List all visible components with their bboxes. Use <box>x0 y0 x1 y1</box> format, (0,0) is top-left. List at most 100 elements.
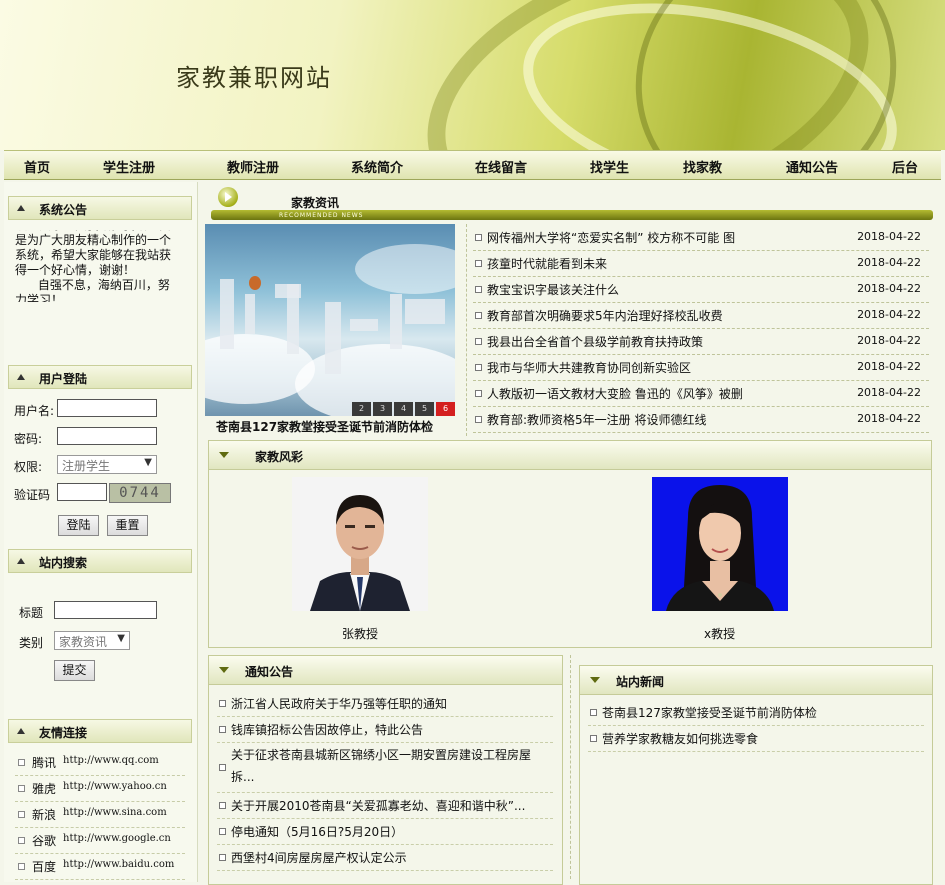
friend-link-url[interactable]: http://www.qq.com <box>63 755 159 766</box>
notice-title[interactable]: 关于开展2010苍南县“关爱孤寡老幼、喜迎和谐中秋”... <box>231 797 525 815</box>
nav-item-online-message[interactable]: 在线留言 <box>475 157 527 176</box>
role-select[interactable]: 注册学生 ▼ <box>57 455 157 474</box>
news-title[interactable]: 教宝宝识字最该关注什么 <box>487 281 619 298</box>
slide-page-button-active[interactable]: 6 <box>436 402 455 416</box>
nav-item-find-student[interactable]: 找学生 <box>590 157 629 176</box>
notice-title[interactable]: 钱库镇招标公告因故停止，特此公告 <box>231 721 423 739</box>
friend-link-url[interactable]: http://www.sina.com <box>63 807 167 818</box>
news-list-item[interactable]: 我市与华师大共建教育协同创新实验区 2018-04-22 <box>473 354 929 381</box>
slide-caption[interactable]: 苍南县127家教堂接受圣诞节前消防体检 <box>216 418 433 435</box>
notice-title[interactable]: 停电通知（5月16日?5月20日） <box>231 823 403 841</box>
links-box-title: 友情连接 <box>39 726 88 740</box>
friend-link-name[interactable]: 谷歌 <box>32 832 56 849</box>
site-news-item[interactable]: 营养学家教糖友如何挑选零食 <box>588 725 924 752</box>
teacher-photo-zhang[interactable] <box>292 477 428 611</box>
news-list-item[interactable]: 网传福州大学将“恋爱实名制” 校方称不可能 图 2018-04-22 <box>473 224 929 251</box>
bullet-icon <box>219 726 226 733</box>
notice-list-item[interactable]: 钱库镇招标公告因故停止，特此公告 <box>217 716 553 743</box>
image-fragment <box>245 294 255 334</box>
friend-link-url[interactable]: http://www.baidu.com <box>63 859 174 870</box>
teacher-name[interactable]: x教授 <box>704 625 735 642</box>
nav-item-home[interactable]: 首页 <box>24 157 50 176</box>
triangle-up-icon <box>17 558 25 564</box>
slide-page-button[interactable]: 4 <box>394 402 413 416</box>
news-list-item[interactable]: 教育部首次明确要求5年内治理好择校乱收费 2018-04-22 <box>473 302 929 329</box>
news-date: 2018-04-22 <box>857 230 921 243</box>
nav-item-admin[interactable]: 后台 <box>892 157 918 176</box>
notice-title[interactable]: 浙江省人民政府关于华乃强等任职的通知 <box>231 695 447 713</box>
notice-list-item[interactable]: 关于征求苍南县城新区锦绣小区一期安置房建设工程房屋拆... <box>217 742 553 793</box>
nav-item-teacher-register[interactable]: 教师注册 <box>227 157 279 176</box>
system-notice-text: 欢迎大家登陆我站，我站主要是为广大朋友精心制作的一个系统，希望大家能够在我站获得… <box>15 230 180 302</box>
search-category-select[interactable]: 家教资讯 ▼ <box>54 631 130 650</box>
notice-list-item[interactable]: 停电通知（5月16日?5月20日） <box>217 818 553 845</box>
news-title[interactable]: 孩童时代就能看到未来 <box>487 255 607 272</box>
news-title[interactable]: 我县出台全省首个县级学前教育扶持政策 <box>487 333 703 350</box>
news-title[interactable]: 我市与华师大共建教育协同创新实验区 <box>487 359 691 376</box>
triangle-down-icon <box>219 452 229 458</box>
search-keyword-input[interactable] <box>54 601 157 619</box>
notice-list-item[interactable]: 西堡村4间房屋房屋产权认定公示 <box>217 844 553 871</box>
search-submit-button[interactable]: 提交 <box>54 660 95 681</box>
triangle-up-icon <box>17 205 25 211</box>
cloud-shape <box>355 244 455 294</box>
news-list-item[interactable]: 人教版初一语文教材大变脸 鲁迅的《风筝》被删 2018-04-22 <box>473 380 929 407</box>
password-label: 密码: <box>14 432 43 446</box>
friend-link-name[interactable]: 雅虎 <box>32 780 56 797</box>
slide-page-button[interactable]: 2 <box>352 402 371 416</box>
site-news-item[interactable]: 苍南县127家教堂接受圣诞节前消防体检 <box>588 699 924 726</box>
friend-link-url[interactable]: http://www.yahoo.cn <box>63 781 167 792</box>
friend-link-name[interactable]: 新浪 <box>32 806 56 823</box>
news-title[interactable]: 教育部首次明确要求5年内治理好择校乱收费 <box>487 307 723 324</box>
image-fragment <box>390 294 402 349</box>
site-news-item-title[interactable]: 苍南县127家教堂接受圣诞节前消防体检 <box>602 704 817 722</box>
search-category-label: 类别 <box>19 636 44 650</box>
friend-link-item[interactable]: 谷歌 http://www.google.cn <box>15 827 185 854</box>
nav-item-find-tutor[interactable]: 找家教 <box>683 157 722 176</box>
bullet-icon <box>18 759 25 766</box>
bullet-icon <box>475 390 482 397</box>
friend-link-url[interactable]: http://www.google.cn <box>63 833 171 844</box>
search-title-label: 标题 <box>19 606 44 620</box>
site-news-title: 站内新闻 <box>616 675 665 689</box>
news-list-item[interactable]: 我县出台全省首个县级学前教育扶持政策 2018-04-22 <box>473 328 929 355</box>
news-date: 2018-04-22 <box>857 334 921 347</box>
news-list-item[interactable]: 教宝宝识字最该关注什么 2018-04-22 <box>473 276 929 303</box>
password-input[interactable] <box>57 427 157 445</box>
friend-link-name[interactable]: 百度 <box>32 858 56 875</box>
captcha-input[interactable] <box>57 483 107 501</box>
username-input[interactable] <box>57 399 157 417</box>
notice-title[interactable]: 西堡村4间房屋房屋产权认定公示 <box>231 849 407 867</box>
notice-list-item[interactable]: 浙江省人民政府关于华乃强等任职的通知 <box>217 690 553 717</box>
friend-link-item[interactable]: 雅虎 http://www.yahoo.cn <box>15 775 185 802</box>
teacher-style-header: 家教风彩 <box>209 441 931 470</box>
links-box-header: 友情连接 <box>8 719 192 743</box>
teacher-name[interactable]: 张教授 <box>342 625 378 642</box>
friend-link-name[interactable]: 腾讯 <box>32 754 56 771</box>
news-list-item[interactable]: 孩童时代就能看到未来 2018-04-22 <box>473 250 929 277</box>
site-news-item-title[interactable]: 营养学家教糖友如何挑选零食 <box>602 730 758 748</box>
news-title[interactable]: 教育部:教师资格5年一注册 将设师德红线 <box>487 411 707 428</box>
friend-link-item[interactable]: 新浪 http://www.sina.com <box>15 801 185 828</box>
friend-link-item[interactable]: 百度 http://www.baidu.com <box>15 853 185 880</box>
news-title[interactable]: 人教版初一语文教材大变脸 鲁迅的《风筝》被删 <box>487 385 743 402</box>
news-list-item[interactable]: 教育部:教师资格5年一注册 将设师德红线 2018-04-22 <box>473 406 929 433</box>
bullet-icon <box>475 260 482 267</box>
slide-page-button[interactable]: 5 <box>415 402 434 416</box>
reset-button[interactable]: 重置 <box>107 515 148 536</box>
notices-header: 通知公告 <box>209 656 562 685</box>
teacher-style-title: 家教风彩 <box>255 450 304 464</box>
nav-item-system-intro[interactable]: 系统简介 <box>351 157 403 176</box>
captcha-image[interactable]: 0744 <box>109 483 171 503</box>
login-button[interactable]: 登陆 <box>58 515 99 536</box>
news-slideshow-image[interactable]: 2 3 4 5 6 <box>205 224 455 416</box>
nav-item-student-register[interactable]: 学生注册 <box>103 157 155 176</box>
friend-link-item[interactable]: 腾讯 http://www.qq.com <box>15 749 185 776</box>
bullet-icon <box>475 286 482 293</box>
notice-list-item[interactable]: 关于开展2010苍南县“关爱孤寡老幼、喜迎和谐中秋”... <box>217 792 553 819</box>
slide-page-button[interactable]: 3 <box>373 402 392 416</box>
nav-item-notices[interactable]: 通知公告 <box>786 157 838 176</box>
notice-title[interactable]: 关于征求苍南县城新区锦绣小区一期安置房建设工程房屋拆... <box>231 744 547 788</box>
teacher-photo-x[interactable] <box>652 477 788 611</box>
news-title[interactable]: 网传福州大学将“恋爱实名制” 校方称不可能 图 <box>487 229 735 246</box>
